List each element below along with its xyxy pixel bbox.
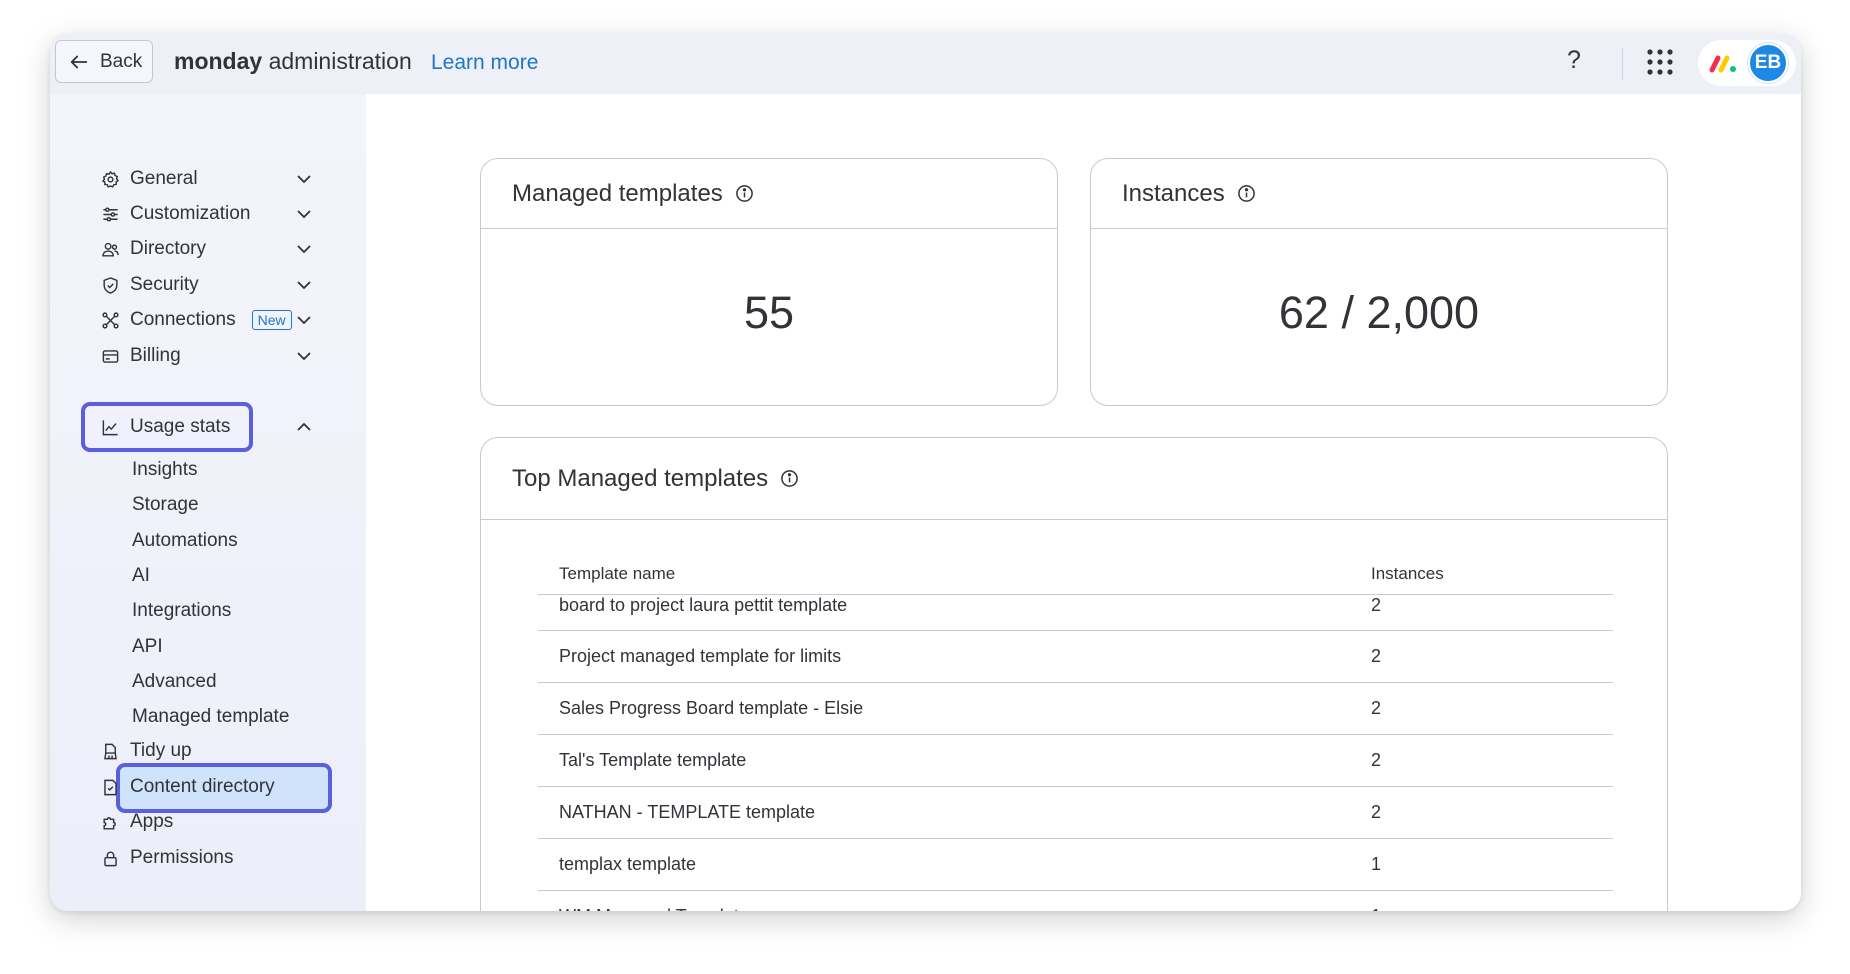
column-header-template-name[interactable]: Template name (538, 554, 1350, 595)
page-title: monday administration (174, 48, 412, 74)
sidebar-sub-storage[interactable]: Storage (132, 494, 199, 516)
sliders-icon (100, 204, 120, 224)
chevron-down-icon[interactable] (295, 311, 313, 329)
instances-cell: 2 (1350, 682, 1613, 735)
lock-icon (100, 848, 120, 868)
admin-window: Back monday administration Learn more ? … (50, 34, 1801, 911)
chevron-down-icon[interactable] (295, 276, 313, 294)
monday-logo-icon (1709, 55, 1736, 73)
info-icon[interactable] (1237, 184, 1256, 203)
table-header-row: Template name Instances (538, 554, 1613, 595)
card-header: Managed templates (481, 159, 1057, 229)
template-name-cell: board to project laura pettit template (538, 594, 1350, 631)
template-name-cell: Project managed template for limits (538, 630, 1350, 683)
gear-icon (100, 169, 120, 189)
sidebar: General Customization Directory Security… (50, 94, 366, 911)
table-row[interactable]: NATHAN - TEMPLATE template 2 (538, 786, 1613, 839)
sidebar-item-connections[interactable]: Connections New (100, 303, 292, 337)
instances-cell: 2 (1350, 594, 1613, 631)
sidebar-item-content-directory[interactable]: Content directory (100, 770, 275, 804)
avatar[interactable]: EB (1748, 43, 1788, 83)
broom-icon (100, 741, 120, 761)
card-title: Top Managed templates (512, 464, 769, 492)
apps-grid-icon[interactable] (1646, 48, 1674, 76)
card-title: Instances (1122, 179, 1225, 207)
users-icon (100, 239, 120, 259)
sidebar-item-security[interactable]: Security (100, 268, 199, 302)
table-row[interactable]: Project managed template for limits 2 (538, 630, 1613, 683)
info-icon[interactable] (780, 469, 799, 488)
divider (1622, 48, 1623, 80)
table-row[interactable]: templax template 1 (538, 838, 1613, 891)
instances-cell: 2 (1350, 630, 1613, 683)
learn-more-link[interactable]: Learn more (431, 51, 538, 75)
instances-cell: 1 (1350, 890, 1613, 911)
sidebar-sub-automations[interactable]: Automations (132, 530, 238, 552)
top-managed-templates-card: Top Managed templates Template name Inst… (480, 437, 1668, 911)
sidebar-item-usage-stats[interactable]: Usage stats (100, 410, 230, 444)
managed-templates-count: 55 (743, 287, 795, 338)
template-name-cell: Sales Progress Board template - Elsie (538, 682, 1350, 735)
table-row[interactable]: WM Managed Template 1 (538, 890, 1613, 911)
column-header-instances[interactable]: Instances (1350, 554, 1613, 595)
sidebar-sub-managed-template[interactable]: Managed template (132, 706, 289, 728)
instances-card: Instances 62 / 2,000 (1090, 158, 1668, 406)
shield-icon (100, 275, 120, 295)
puzzle-icon (100, 812, 120, 832)
back-button[interactable]: Back (55, 40, 153, 83)
credit-card-icon (100, 346, 120, 366)
info-icon[interactable] (735, 184, 754, 203)
instances-count: 62 / 2,000 (1278, 287, 1480, 338)
instances-cell: 2 (1350, 734, 1613, 787)
main-content: Managed templates 55 Instances 62 / 2,00… (366, 94, 1801, 911)
chevron-down-icon[interactable] (295, 240, 313, 258)
back-label: Back (100, 50, 143, 72)
managed-templates-card: Managed templates 55 (480, 158, 1058, 406)
sidebar-item-permissions[interactable]: Permissions (100, 841, 233, 875)
top-bar: Back monday administration Learn more ? … (50, 34, 1801, 94)
template-name-cell: WM Managed Template (538, 890, 1350, 911)
sidebar-item-general[interactable]: General (100, 162, 198, 196)
table-row[interactable]: Sales Progress Board template - Elsie 2 (538, 682, 1613, 735)
chevron-down-icon[interactable] (295, 170, 313, 188)
sidebar-item-customization[interactable]: Customization (100, 197, 250, 231)
sidebar-item-tidy-up[interactable]: Tidy up (100, 734, 192, 768)
arrow-left-icon (70, 55, 88, 68)
sidebar-sub-api[interactable]: API (132, 636, 163, 658)
templates-table: Template name Instances board to project… (538, 554, 1613, 911)
template-name-cell: templax template (538, 838, 1350, 891)
chart-line-icon (100, 417, 120, 437)
sidebar-sub-ai[interactable]: AI (132, 565, 150, 587)
sidebar-sub-advanced[interactable]: Advanced (132, 671, 217, 693)
card-header: Instances (1091, 159, 1667, 229)
connections-icon (100, 310, 120, 330)
help-icon[interactable]: ? (1567, 46, 1581, 75)
card-title: Managed templates (512, 179, 723, 207)
new-badge: New (251, 310, 292, 330)
table-row[interactable]: board to project laura pettit template 2 (538, 594, 1613, 631)
account-area[interactable]: EB (1698, 40, 1796, 86)
chevron-down-icon[interactable] (295, 347, 313, 365)
instances-cell: 2 (1350, 786, 1613, 839)
table-row[interactable]: Tal's Template template 2 (538, 734, 1613, 787)
sidebar-item-apps[interactable]: Apps (100, 805, 173, 839)
card-header: Top Managed templates (481, 438, 1667, 520)
instances-cell: 1 (1350, 838, 1613, 891)
sidebar-sub-insights[interactable]: Insights (132, 459, 197, 481)
template-name-cell: NATHAN - TEMPLATE template (538, 786, 1350, 839)
template-name-cell: Tal's Template template (538, 734, 1350, 787)
sidebar-item-billing[interactable]: Billing (100, 339, 181, 373)
document-icon (100, 777, 120, 797)
sidebar-sub-integrations[interactable]: Integrations (132, 600, 231, 622)
sidebar-item-directory[interactable]: Directory (100, 232, 206, 266)
chevron-down-icon[interactable] (295, 205, 313, 223)
chevron-up-icon[interactable] (295, 418, 313, 436)
